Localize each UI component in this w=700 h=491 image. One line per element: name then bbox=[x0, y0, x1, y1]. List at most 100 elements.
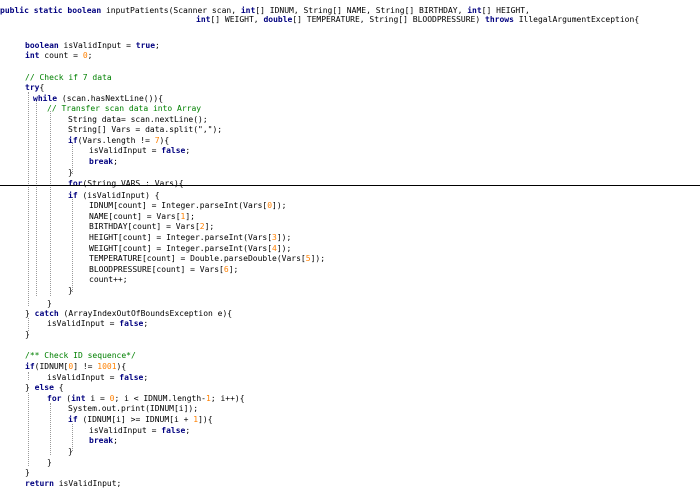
code-line[interactable]: isValidInput = false; bbox=[89, 145, 190, 156]
code-token: ; i < IDNUM.length- bbox=[114, 394, 206, 403]
code-line[interactable]: if(IDNUM[0] != 1001){ bbox=[25, 361, 126, 372]
keyword-token: try bbox=[25, 83, 40, 92]
code-token: HEIGHT[count] = Integer.parseInt(Vars[ bbox=[89, 233, 273, 242]
code-token: NAME[count] = Vars[ bbox=[89, 212, 181, 221]
code-token: count = bbox=[39, 51, 83, 60]
code-token: BLOODPRESSURE[count] = Vars[ bbox=[89, 265, 224, 274]
keyword-token: if bbox=[68, 191, 78, 200]
code-token: ]); bbox=[272, 201, 287, 210]
indent-guide bbox=[28, 372, 29, 380]
keyword-token: true bbox=[135, 41, 156, 50]
comment-token: // Check if 7 data bbox=[25, 73, 112, 82]
keyword-token: for bbox=[68, 179, 83, 188]
code-token: ]){ bbox=[198, 415, 213, 424]
code-line[interactable]: break; bbox=[89, 435, 118, 446]
keyword-token: else bbox=[34, 383, 54, 392]
code-token: isValidInput; bbox=[53, 479, 122, 488]
code-line[interactable]: } bbox=[47, 457, 52, 468]
code-line[interactable]: // Transfer scan data into Array bbox=[47, 103, 201, 114]
number-literal: 1001 bbox=[97, 362, 117, 371]
code-token: isValidInput = bbox=[47, 373, 120, 382]
code-line[interactable]: break; bbox=[89, 156, 118, 167]
code-line[interactable]: } else { bbox=[25, 382, 64, 393]
code-token: IllegalArgumentException{ bbox=[513, 15, 640, 24]
indent-guide bbox=[72, 197, 73, 292]
code-token: ]; bbox=[228, 265, 239, 274]
code-token: ; bbox=[113, 436, 118, 445]
code-token: IDNUM[count] = Integer.parseInt(Vars[ bbox=[89, 201, 268, 210]
code-line[interactable]: count++; bbox=[89, 274, 128, 285]
code-token: { bbox=[53, 383, 64, 392]
code-token: isValidInput = bbox=[89, 426, 162, 435]
code-token: String data= scan.nextLine(); bbox=[68, 115, 208, 124]
code-line[interactable]: } bbox=[68, 167, 73, 178]
comment-token: /** Check ID sequence*/ bbox=[25, 351, 136, 360]
code-line[interactable]: try{ bbox=[25, 82, 44, 93]
code-token: TEMPERATURE[count] = Double.parseDouble(… bbox=[89, 254, 306, 263]
code-line[interactable]: BIRTHDAY[count] = Vars[2]; bbox=[89, 221, 214, 232]
code-line[interactable]: int count = 0; bbox=[25, 50, 92, 61]
indent-guide bbox=[50, 111, 51, 296]
code-token: (ArrayIndexOutOfBoundsException e){ bbox=[58, 309, 233, 318]
keyword-token: double bbox=[263, 15, 293, 24]
divider-line bbox=[0, 185, 700, 186]
code-token: ]); bbox=[276, 233, 292, 242]
code-token: isValidInput = bbox=[47, 319, 120, 328]
code-line[interactable]: } bbox=[68, 285, 73, 296]
code-line[interactable]: String[] Vars = data.split(","); bbox=[68, 124, 222, 135]
code-line[interactable]: for(String VARS : Vars){ bbox=[68, 178, 184, 189]
code-token: [] WEIGHT, bbox=[210, 15, 264, 24]
code-token: ; bbox=[143, 373, 149, 382]
code-editor[interactable]: public static boolean inputPatients(Scan… bbox=[0, 0, 700, 491]
keyword-token: return bbox=[25, 479, 54, 488]
indent-guide bbox=[28, 393, 29, 466]
keyword-token: if bbox=[68, 415, 78, 424]
code-token: System.out.print(IDNUM[i]); bbox=[68, 404, 199, 413]
code-token: (String VARS : Vars){ bbox=[82, 179, 184, 188]
keyword-token: break bbox=[89, 157, 114, 166]
code-token: } bbox=[25, 383, 35, 392]
code-token: (isValidInput) { bbox=[77, 191, 160, 200]
code-line[interactable]: } bbox=[25, 329, 30, 340]
keyword-token: public static boolean bbox=[0, 6, 102, 15]
keyword-token: false bbox=[119, 319, 144, 328]
code-token: ; bbox=[185, 426, 191, 435]
code-token: ( bbox=[61, 394, 72, 403]
code-line[interactable]: HEIGHT[count] = Integer.parseInt(Vars[3]… bbox=[89, 232, 291, 243]
code-token: BIRTHDAY[count] = Vars[ bbox=[89, 222, 200, 231]
code-token: ; i++){ bbox=[210, 394, 245, 403]
code-token: ]; bbox=[185, 212, 195, 221]
code-token: i = bbox=[85, 394, 110, 403]
code-token: ; bbox=[155, 41, 160, 50]
code-token: ]); bbox=[310, 254, 326, 263]
keyword-token: while bbox=[33, 94, 58, 103]
code-token: ){ bbox=[159, 136, 170, 145]
code-line[interactable]: System.out.print(IDNUM[i]); bbox=[68, 403, 198, 414]
code-token: } bbox=[25, 309, 35, 318]
code-token: ]; bbox=[204, 222, 215, 231]
code-line[interactable]: } bbox=[25, 467, 30, 478]
code-line[interactable]: isValidInput = false; bbox=[47, 318, 148, 329]
keyword-token: if bbox=[25, 362, 35, 371]
code-line[interactable]: } bbox=[68, 446, 73, 457]
code-token: (Vars.length != bbox=[77, 136, 155, 145]
code-token: isValidInput = bbox=[58, 41, 136, 50]
code-line[interactable]: IDNUM[count] = Integer.parseInt(Vars[0])… bbox=[89, 200, 287, 211]
indent-guide bbox=[28, 92, 29, 306]
keyword-token: false bbox=[161, 426, 186, 435]
code-token: ; bbox=[87, 51, 93, 60]
code-line[interactable]: TEMPERATURE[count] = Double.parseDouble(… bbox=[89, 253, 325, 264]
code-token: } bbox=[68, 447, 73, 456]
code-token: [] TEMPERATURE, String[] BLOODPRESSURE) bbox=[292, 15, 485, 24]
code-token: (IDNUM[i] >= IDNUM[i + bbox=[77, 415, 194, 424]
code-line[interactable]: /** Check ID sequence*/ bbox=[25, 350, 136, 361]
keyword-token: int bbox=[25, 51, 40, 60]
code-line[interactable]: int[] WEIGHT, double[] TEMPERATURE, Stri… bbox=[196, 14, 639, 25]
keyword-token: false bbox=[161, 146, 186, 155]
code-token: ; bbox=[185, 146, 191, 155]
code-line[interactable]: if (IDNUM[i] >= IDNUM[i + 1]){ bbox=[68, 414, 213, 425]
code-token: } bbox=[47, 458, 52, 467]
keyword-token: int bbox=[196, 15, 211, 24]
keyword-token: catch bbox=[34, 309, 59, 318]
code-line[interactable]: return isValidInput; bbox=[25, 478, 121, 489]
